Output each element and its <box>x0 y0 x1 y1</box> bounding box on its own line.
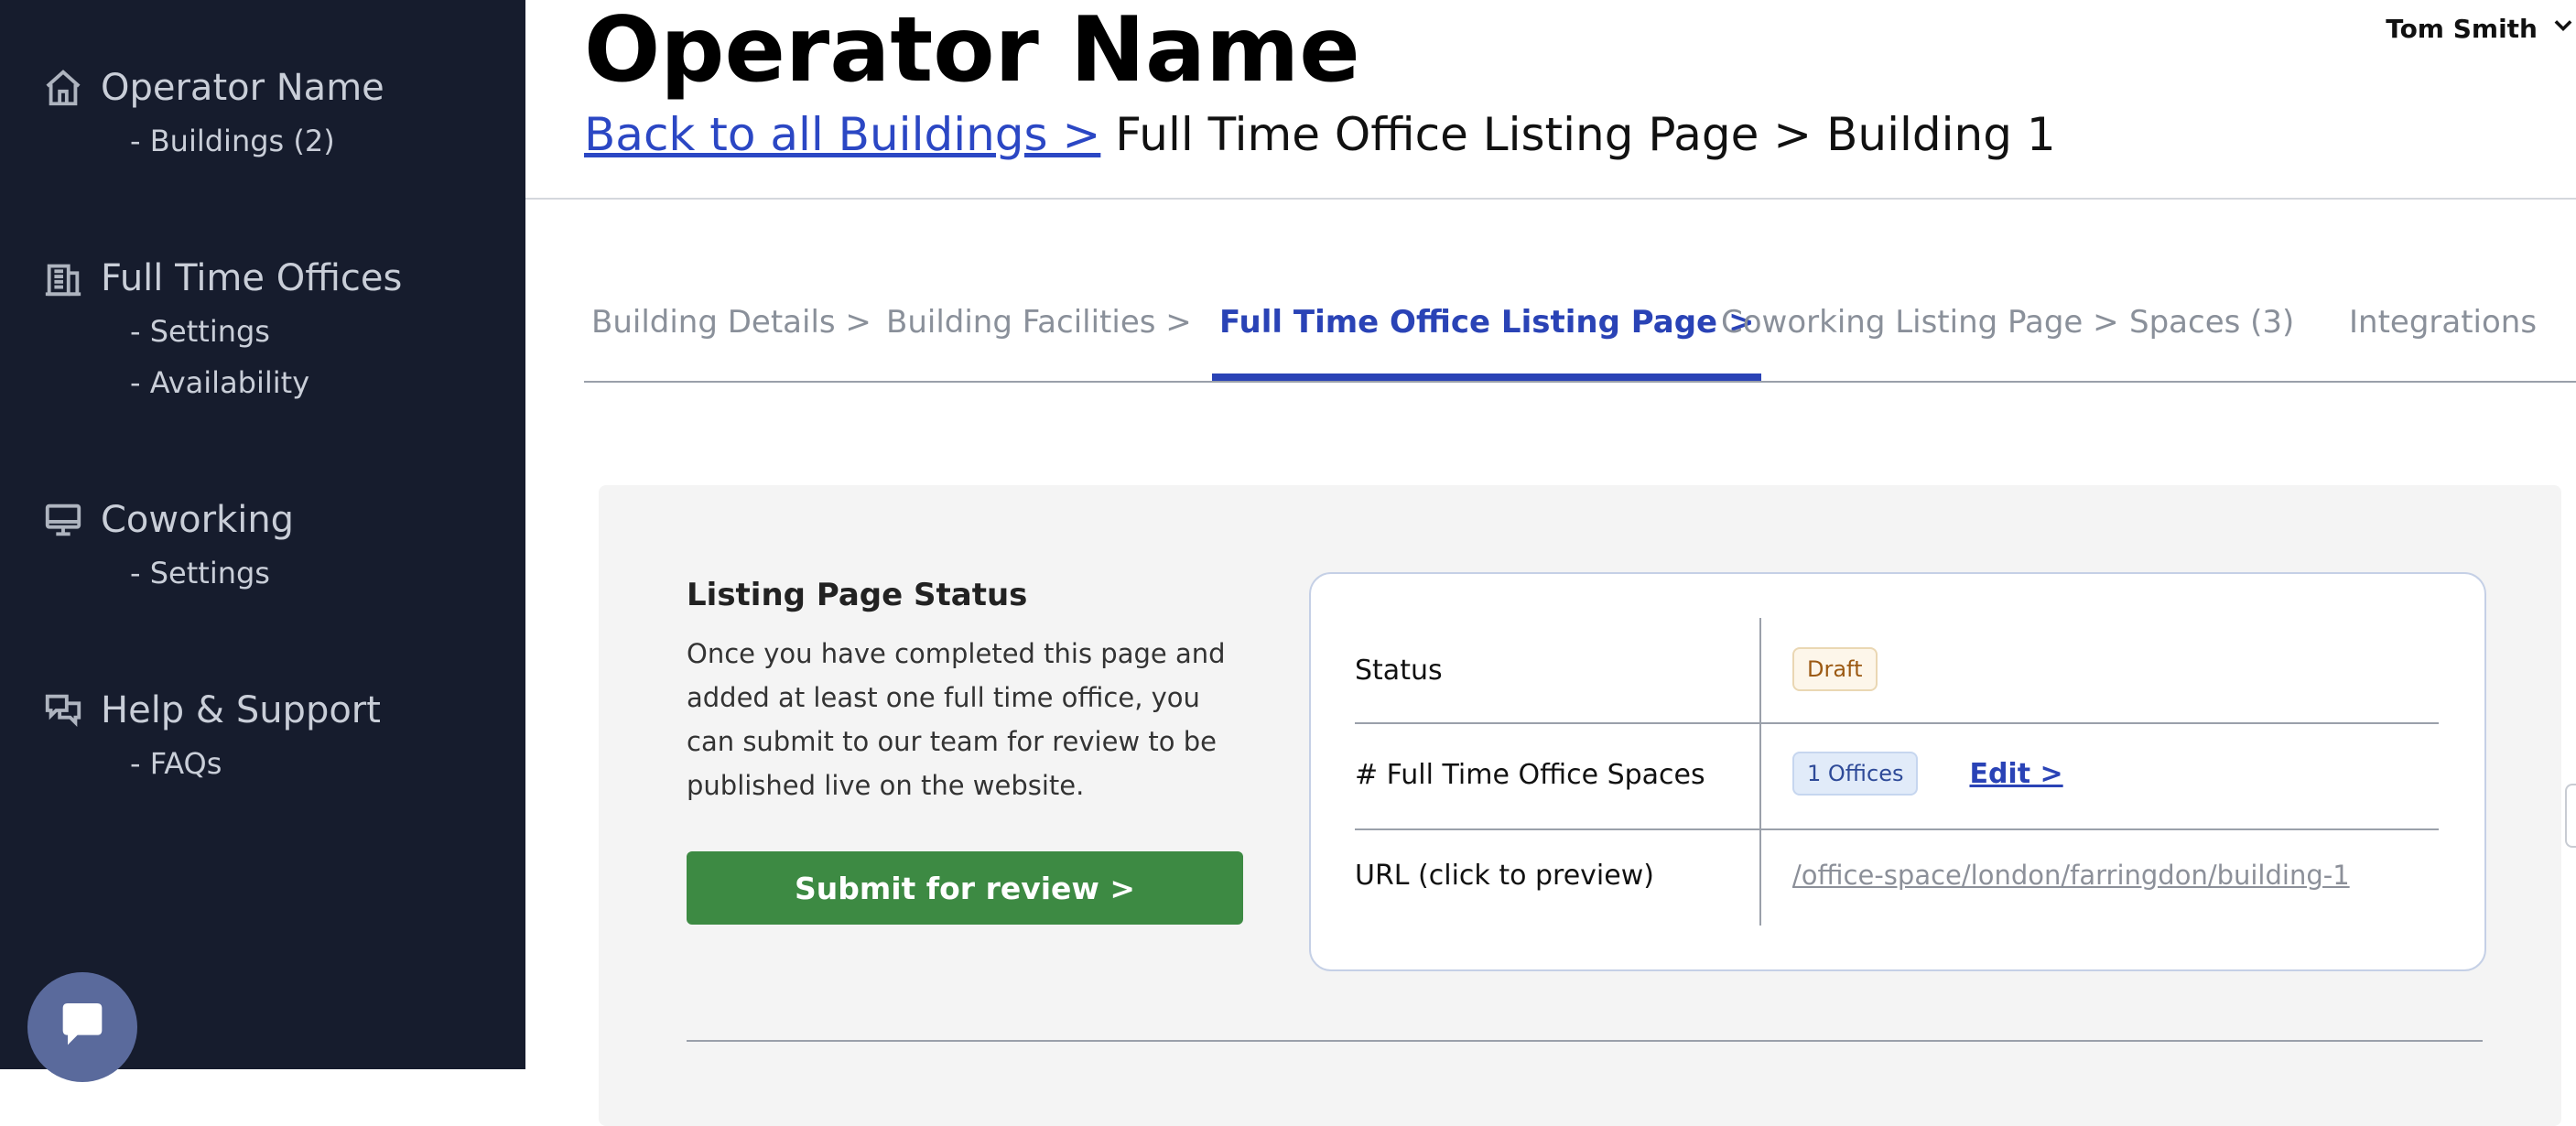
sidebar-item-label: Help & Support <box>101 689 381 731</box>
user-name: Tom Smith <box>2386 14 2538 44</box>
sidebar: Operator Name - Buildings (2) Full Time … <box>0 0 525 1082</box>
preview-url-link[interactable]: /office-space/london/farringdon/building… <box>1792 860 2350 891</box>
sidebar-subitem-faqs[interactable]: - FAQs <box>130 738 381 789</box>
sidebar-subitem-buildings[interactable]: - Buildings (2) <box>130 115 384 167</box>
tab-building-details[interactable]: Building Details > <box>591 304 871 379</box>
tab-coworking-listing[interactable]: Coworking Listing Page > <box>1721 304 2119 379</box>
sidebar-item-full-time-offices[interactable]: Full Time Offices <box>40 251 402 306</box>
tab-full-time-office-listing[interactable]: Full Time Office Listing Page > <box>1211 304 1762 381</box>
home-icon <box>40 65 86 111</box>
breadcrumb: Back to all Buildings > Full Time Office… <box>584 108 2056 161</box>
monitor-icon <box>40 497 86 543</box>
sidebar-item-coworking[interactable]: Coworking <box>40 493 294 547</box>
page-title: Operator Name <box>584 0 1360 103</box>
tab-building-facilities[interactable]: Building Facilities > <box>886 304 1192 379</box>
url-row: URL (click to preview) /office-space/lon… <box>1355 830 2439 926</box>
status-badge: Draft <box>1792 647 1878 691</box>
sidebar-item-operator-name[interactable]: Operator Name <box>40 60 384 115</box>
listing-info-table: Status Draft # Full Time Office Spaces 1… <box>1309 572 2486 971</box>
sidebar-item-help-support[interactable]: Help & Support <box>40 683 381 738</box>
submit-for-review-button[interactable]: Submit for review > <box>687 851 1243 925</box>
listing-status-description: Once you have completed this page and ad… <box>687 638 1226 801</box>
status-label: Status <box>1355 655 1443 687</box>
tab-spaces[interactable]: Spaces (3) <box>2129 304 2294 379</box>
office-building-icon <box>40 255 86 301</box>
card-divider <box>687 1040 2483 1042</box>
chevron-down-icon <box>2550 13 2576 45</box>
back-to-buildings-link[interactable]: Back to all Buildings > <box>584 108 1100 161</box>
breadcrumb-current: Full Time Office Listing Page > Building… <box>1115 108 2056 161</box>
sidebar-subitem-settings[interactable]: - Settings <box>130 547 294 599</box>
edit-offices-link[interactable]: Edit > <box>1969 758 2062 790</box>
sidebar-group-operator: Operator Name - Buildings (2) <box>40 60 384 167</box>
spaces-row: # Full Time Office Spaces 1 Offices Edit… <box>1355 724 2439 828</box>
sidebar-item-label: Operator Name <box>101 67 384 109</box>
url-label: URL (click to preview) <box>1355 860 1654 892</box>
sidebar-group-full-time-offices: Full Time Offices - Settings - Availabil… <box>40 251 402 408</box>
main-content: Operator Name Back to all Buildings > Fu… <box>525 0 2576 1126</box>
user-menu[interactable]: Tom Smith <box>2386 13 2576 45</box>
spaces-label: # Full Time Office Spaces <box>1355 759 1705 791</box>
tab-bar: Building Details > Building Facilities >… <box>584 291 2576 383</box>
sidebar-item-label: Full Time Offices <box>101 257 403 299</box>
listing-status-heading: Listing Page Status <box>687 577 1028 613</box>
sidebar-item-label: Coworking <box>101 499 295 541</box>
chat-bubbles-icon <box>40 688 86 733</box>
chat-icon <box>53 996 112 1058</box>
side-panel-handle[interactable] <box>2565 784 2576 848</box>
status-row: Status Draft <box>1355 618 2439 722</box>
sidebar-subitem-availability[interactable]: - Availability <box>130 357 402 408</box>
sidebar-subitem-settings[interactable]: - Settings <box>130 306 402 357</box>
header-divider <box>525 198 2576 200</box>
chat-button[interactable] <box>27 972 137 1082</box>
sidebar-group-help: Help & Support - FAQs <box>40 683 381 789</box>
offices-count-badge: 1 Offices <box>1792 752 1919 796</box>
sidebar-group-coworking: Coworking - Settings <box>40 493 294 599</box>
tab-integrations[interactable]: Integrations <box>2349 304 2537 379</box>
listing-status-card: Listing Page Status Once you have comple… <box>599 485 2561 1126</box>
